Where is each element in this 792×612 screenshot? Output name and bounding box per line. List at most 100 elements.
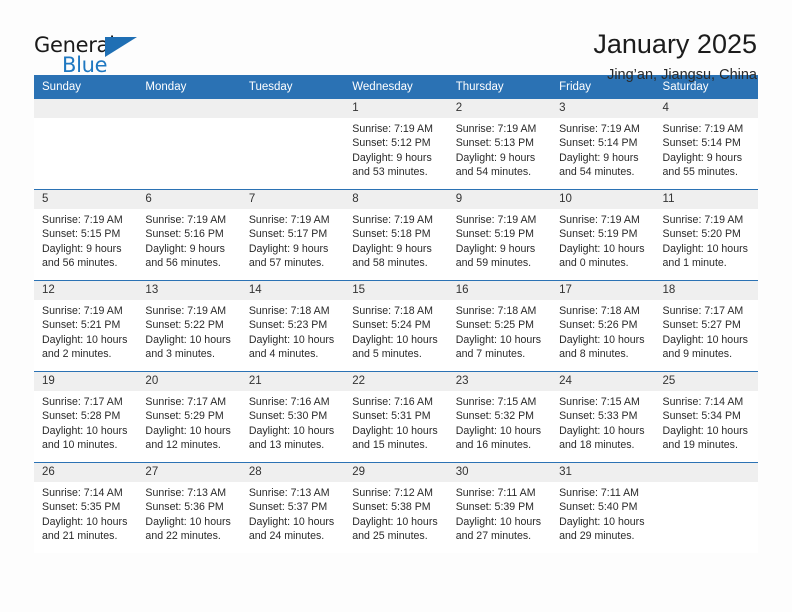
day-detail-daylight-2: and 8 minutes.: [559, 347, 629, 360]
day-number: 1: [344, 99, 448, 118]
calendar-day-cell-empty: [240, 99, 345, 190]
calendar-day-cell[interactable]: 10 Sunrise: 7:19 AM Sunset: 5:19 PM Dayligh…: [551, 189, 655, 281]
logo-text-blue: Blue: [62, 53, 108, 77]
weekday-header-wednesday: Wednesday: [344, 75, 448, 99]
calendar-day-cell[interactable]: 19 Sunrise: 7:17 AM Sunset: 5:28 PM Dayligh…: [34, 371, 138, 463]
day-detail-sunset: Sunset: 5:15 PM: [42, 228, 121, 241]
day-detail-daylight-1: Daylight: 10 hours: [248, 515, 335, 528]
day-detail-sunset: Sunset: 5:13 PM: [455, 137, 535, 150]
day-detail-sunset: Sunset: 5:36 PM: [145, 501, 224, 514]
day-detail-sunrise: Sunrise: 7:19 AM: [352, 214, 433, 226]
calendar-day-cell[interactable]: 14 Sunrise: 7:18 AM Sunset: 5:23 PM Dayligh…: [240, 280, 345, 372]
day-detail-sunrise: Sunrise: 7:18 AM: [248, 305, 330, 317]
calendar-day-cell[interactable]: 23 Sunrise: 7:15 AM Sunset: 5:32 PM Dayligh…: [447, 371, 552, 463]
calendar-day-cell[interactable]: 5 Sunrise: 7:19 AM Sunset: 5:15 PM Daylight…: [34, 189, 138, 281]
day-details: Sunrise: 7:19 AM Sunset: 5:12 PM Daylight:…: [344, 118, 447, 179]
day-detail-sunset: Sunset: 5:24 PM: [352, 319, 431, 332]
calendar-day-cell[interactable]: 30 Sunrise: 7:11 AM Sunset: 5:39 PM Dayligh…: [447, 462, 552, 553]
day-detail-sunset: Sunset: 5:14 PM: [662, 137, 741, 150]
calendar-day-cell[interactable]: 1 Sunrise: 7:19 AM Sunset: 5:12 PM Daylight…: [344, 99, 448, 190]
day-detail-daylight-2: and 54 minutes.: [455, 165, 532, 178]
day-detail-sunrise: Sunrise: 7:19 AM: [559, 214, 640, 226]
calendar-day-cell[interactable]: 24 Sunrise: 7:15 AM Sunset: 5:33 PM Dayligh…: [551, 371, 655, 463]
day-detail-sunrise: Sunrise: 7:18 AM: [455, 305, 537, 317]
day-detail-daylight-1: Daylight: 10 hours: [352, 333, 438, 346]
day-number: [34, 99, 138, 118]
calendar-day-cell[interactable]: 12 Sunrise: 7:19 AM Sunset: 5:21 PM Dayligh…: [34, 280, 138, 372]
day-detail-daylight-1: Daylight: 9 hours: [42, 242, 122, 255]
calendar-day-cell[interactable]: 20 Sunrise: 7:17 AM Sunset: 5:29 PM Dayligh…: [137, 371, 241, 463]
day-detail-sunrise: Sunrise: 7:12 AM: [352, 487, 433, 499]
day-detail-daylight-2: and 5 minutes.: [352, 347, 422, 360]
calendar-day-cell[interactable]: 7 Sunrise: 7:19 AM Sunset: 5:17 PM Daylight…: [240, 189, 345, 281]
calendar-day-cell[interactable]: 6 Sunrise: 7:19 AM Sunset: 5:16 PM Daylight…: [137, 189, 241, 281]
day-detail-sunset: Sunset: 5:12 PM: [352, 137, 431, 150]
calendar-day-cell[interactable]: 21 Sunrise: 7:16 AM Sunset: 5:30 PM Dayligh…: [240, 371, 345, 463]
calendar-day-cell[interactable]: 15 Sunrise: 7:18 AM Sunset: 5:24 PM Dayligh…: [344, 280, 448, 372]
day-detail-daylight-2: and 55 minutes.: [662, 165, 738, 178]
calendar-day-cell[interactable]: 31 Sunrise: 7:11 AM Sunset: 5:40 PM Dayligh…: [551, 462, 655, 553]
day-details: Sunrise: 7:17 AM Sunset: 5:28 PM Daylight:…: [34, 391, 137, 452]
day-detail-sunset: Sunset: 5:38 PM: [352, 501, 431, 514]
calendar-day-cell[interactable]: 4 Sunrise: 7:19 AM Sunset: 5:14 PM Daylight…: [654, 99, 758, 190]
day-detail-sunset: Sunset: 5:40 PM: [559, 501, 638, 514]
calendar-day-cell[interactable]: 26 Sunrise: 7:14 AM Sunset: 5:35 PM Dayligh…: [34, 462, 138, 553]
calendar-day-cell[interactable]: 9 Sunrise: 7:19 AM Sunset: 5:19 PM Daylight…: [447, 189, 552, 281]
day-detail-daylight-1: Daylight: 10 hours: [559, 515, 645, 528]
day-detail-daylight-2: and 27 minutes.: [455, 529, 532, 542]
calendar-day-cell[interactable]: 27 Sunrise: 7:13 AM Sunset: 5:36 PM Dayligh…: [137, 462, 241, 553]
calendar-day-cell[interactable]: 22 Sunrise: 7:16 AM Sunset: 5:31 PM Dayligh…: [344, 371, 448, 463]
calendar-day-cell[interactable]: 2 Sunrise: 7:19 AM Sunset: 5:13 PM Daylight…: [447, 99, 552, 190]
day-number: 10: [551, 190, 655, 209]
day-details: Sunrise: 7:19 AM Sunset: 5:16 PM Daylight:…: [137, 209, 240, 270]
calendar-day-cell[interactable]: 28 Sunrise: 7:13 AM Sunset: 5:37 PM Dayligh…: [240, 462, 345, 553]
calendar-day-cell[interactable]: 3 Sunrise: 7:19 AM Sunset: 5:14 PM Daylight…: [551, 99, 655, 190]
day-detail-daylight-2: and 29 minutes.: [559, 529, 635, 542]
day-detail-daylight-1: Daylight: 10 hours: [42, 424, 128, 437]
day-detail-daylight-2: and 4 minutes.: [248, 347, 319, 360]
day-number: 6: [137, 190, 241, 209]
day-number: 23: [447, 372, 552, 391]
day-detail-sunrise: Sunrise: 7:17 AM: [42, 396, 123, 408]
day-detail-daylight-1: Daylight: 10 hours: [662, 424, 748, 437]
calendar-day-cell[interactable]: 25 Sunrise: 7:14 AM Sunset: 5:34 PM Dayligh…: [654, 371, 758, 463]
day-details: Sunrise: 7:19 AM Sunset: 5:15 PM Daylight:…: [34, 209, 137, 270]
day-details: Sunrise: 7:16 AM Sunset: 5:30 PM Daylight:…: [241, 391, 344, 452]
general-blue-logo[interactable]: General Blue: [34, 28, 154, 84]
day-number: 28: [240, 463, 345, 482]
day-number: 22: [344, 372, 448, 391]
day-detail-sunrise: Sunrise: 7:19 AM: [559, 123, 640, 135]
calendar-day-cell[interactable]: 13 Sunrise: 7:19 AM Sunset: 5:22 PM Dayligh…: [137, 280, 241, 372]
day-detail-sunrise: Sunrise: 7:19 AM: [248, 214, 330, 226]
day-details: Sunrise: 7:16 AM Sunset: 5:31 PM Daylight:…: [344, 391, 447, 452]
calendar-week-row: 26 Sunrise: 7:14 AM Sunset: 5:35 PM Dayligh…: [34, 462, 758, 553]
day-number: 9: [447, 190, 552, 209]
calendar-week-row: 1 Sunrise: 7:19 AM Sunset: 5:12 PM Daylight…: [34, 99, 758, 190]
day-detail-sunset: Sunset: 5:26 PM: [559, 319, 638, 332]
day-detail-daylight-2: and 25 minutes.: [352, 529, 428, 542]
day-detail-sunrise: Sunrise: 7:14 AM: [42, 487, 123, 499]
calendar-day-cell-empty: [34, 99, 138, 190]
day-detail-sunset: Sunset: 5:31 PM: [352, 410, 431, 423]
calendar-day-cell-empty: [137, 99, 241, 190]
calendar-day-cell[interactable]: 11 Sunrise: 7:19 AM Sunset: 5:20 PM Dayligh…: [654, 189, 758, 281]
day-detail-daylight-1: Daylight: 9 hours: [455, 242, 536, 255]
day-number: 2: [447, 99, 552, 118]
day-details: Sunrise: 7:11 AM Sunset: 5:39 PM Daylight:…: [448, 482, 551, 543]
day-number: [137, 99, 241, 118]
day-detail-sunset: Sunset: 5:34 PM: [662, 410, 741, 423]
day-number: 12: [34, 281, 138, 300]
day-details: Sunrise: 7:15 AM Sunset: 5:32 PM Daylight:…: [448, 391, 551, 452]
day-number: 25: [654, 372, 758, 391]
day-details: Sunrise: 7:13 AM Sunset: 5:37 PM Daylight:…: [241, 482, 344, 543]
page-header: General Blue January 2025 Jing’an, Jiang…: [34, 0, 758, 83]
calendar-day-cell[interactable]: 17 Sunrise: 7:18 AM Sunset: 5:26 PM Dayligh…: [551, 280, 655, 372]
day-number: 30: [447, 463, 552, 482]
calendar-day-cell[interactable]: 16 Sunrise: 7:18 AM Sunset: 5:25 PM Dayligh…: [447, 280, 552, 372]
day-detail-daylight-2: and 3 minutes.: [145, 347, 215, 360]
calendar-day-cell[interactable]: 29 Sunrise: 7:12 AM Sunset: 5:38 PM Dayligh…: [344, 462, 448, 553]
day-detail-daylight-1: Daylight: 10 hours: [455, 515, 542, 528]
calendar-day-cell[interactable]: 18 Sunrise: 7:17 AM Sunset: 5:27 PM Dayligh…: [654, 280, 758, 372]
calendar-day-cell[interactable]: 8 Sunrise: 7:19 AM Sunset: 5:18 PM Daylight…: [344, 189, 448, 281]
day-details: Sunrise: 7:19 AM Sunset: 5:17 PM Daylight:…: [241, 209, 344, 270]
